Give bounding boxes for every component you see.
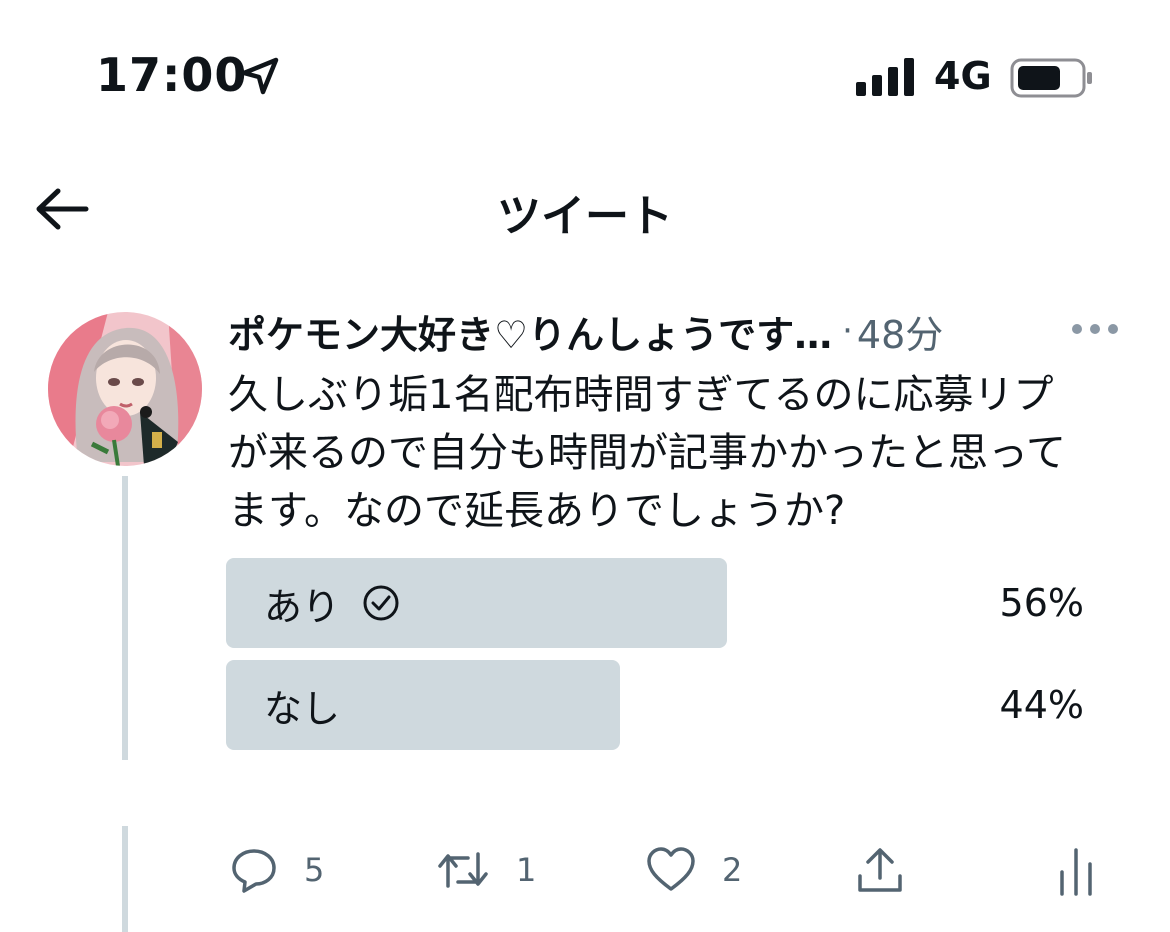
share-icon	[858, 848, 902, 892]
page-title: ツイート	[497, 191, 673, 242]
poll-label-text: あり	[264, 584, 341, 629]
tweet-text: 久しぶり垢1名配布時間すぎてるのに応募リプ が来るので自分も時間が記事かかったと…	[228, 372, 1066, 534]
poll-option-2: なし 44%	[226, 660, 1096, 750]
thread-line	[122, 476, 128, 760]
network-type: 4G	[934, 54, 992, 98]
reply-count: 5	[304, 851, 325, 889]
analytics-button[interactable]	[1058, 846, 1094, 896]
retweet-button[interactable]: 1	[436, 846, 536, 894]
timestamp[interactable]: 48分	[857, 304, 943, 359]
separator-dot: ·	[842, 311, 853, 351]
share-button[interactable]	[856, 846, 904, 896]
reply-icon	[232, 849, 276, 893]
location-arrow-icon	[241, 57, 279, 95]
user-name[interactable]: ポケモン大好き♡りんしょうです…	[228, 304, 832, 359]
user-row: ポケモン大好き♡りんしょうです… · 48分	[228, 304, 943, 359]
avatar-image	[48, 312, 202, 466]
signal-icon	[856, 58, 914, 96]
like-icon	[647, 847, 695, 891]
more-icon[interactable]	[1070, 322, 1120, 336]
poll-option-label: なし	[264, 660, 340, 750]
retweet-count: 1	[516, 851, 537, 889]
poll-percent: 44%	[999, 683, 1084, 727]
avatar[interactable]	[48, 312, 202, 466]
poll-option-1: あり 56%	[226, 558, 1096, 648]
poll-percent: 56%	[999, 581, 1084, 625]
like-count: 2	[722, 851, 743, 889]
battery-icon	[1010, 58, 1092, 98]
thread-line-lower	[122, 826, 128, 932]
check-circle-icon	[362, 584, 400, 622]
reply-button[interactable]: 5	[230, 846, 324, 894]
like-button[interactable]: 2	[646, 846, 742, 894]
status-time: 17:00	[96, 48, 248, 102]
poll-label-text: なし	[264, 686, 341, 731]
retweet-icon	[438, 852, 488, 888]
poll-option-label: あり	[264, 558, 400, 648]
analytics-icon	[1060, 848, 1092, 896]
